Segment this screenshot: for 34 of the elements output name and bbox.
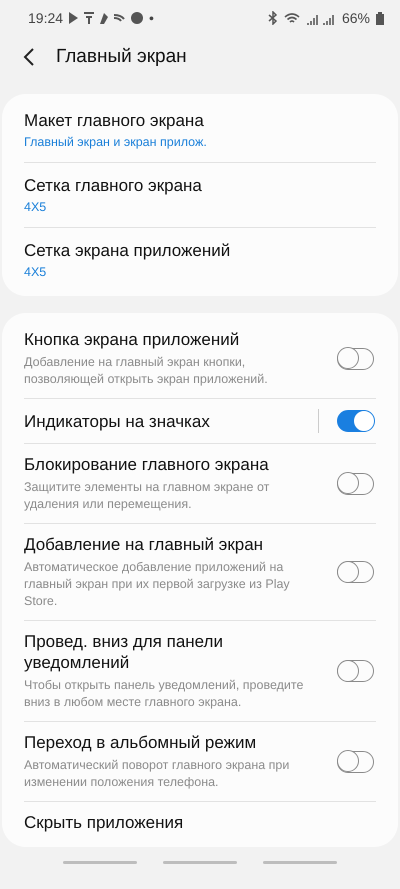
- setting-description: Защитите элементы на главном экране от удаления или перемещения.: [24, 479, 270, 513]
- setting-title[interactable]: Индикаторы на значках: [24, 410, 308, 432]
- toggle-switch[interactable]: [337, 348, 374, 370]
- page-title: Главный экран: [56, 46, 187, 68]
- setting-title[interactable]: Скрыть приложения: [24, 812, 376, 833]
- toggle-switch[interactable]: [337, 660, 374, 682]
- setting-title[interactable]: Кнопка экрана приложений: [24, 329, 327, 350]
- bluetooth-icon: [268, 11, 278, 25]
- battery-icon: [376, 12, 384, 24]
- pin-icon: [84, 12, 94, 24]
- battery-percent: 66%: [342, 10, 370, 26]
- setting-title[interactable]: Сетка главного экрана: [24, 175, 376, 196]
- setting-title[interactable]: Провед. вниз для панели уведомлений: [24, 631, 327, 673]
- toggle-switch[interactable]: [337, 410, 374, 432]
- toggle-switch[interactable]: [337, 472, 374, 494]
- setting-title[interactable]: Блокирование главного экрана: [24, 454, 327, 475]
- swoosh-icon: [114, 14, 126, 22]
- notification-dot: •: [149, 10, 154, 26]
- toggle-switch[interactable]: [337, 561, 374, 583]
- clock: 19:24: [28, 10, 64, 26]
- setting-description: Чтобы открыть панель уведомлений, проведите вниз в любом месте главного экрана.: [24, 677, 304, 711]
- setting-title[interactable]: Сетка экрана приложений: [24, 240, 376, 261]
- setting-value: 4X5: [24, 265, 48, 279]
- setting-description: Автоматическое добавление приложений на главный экран при их первой загрузке из Play Store.: [24, 559, 291, 610]
- toggle-switch[interactable]: [337, 750, 374, 772]
- setting-title[interactable]: Добавление на главный экран: [24, 534, 327, 555]
- setting-value: Главный экран и экран прилож.: [24, 135, 208, 149]
- setting-value: 4X5: [24, 200, 48, 214]
- setting-description: Добавление на главный экран кнопки, позволяющей открыть экран приложений.: [24, 354, 269, 388]
- play-icon: [69, 12, 78, 24]
- wifi-icon: [284, 12, 300, 24]
- setting-title[interactable]: Переход в альбомный режим: [24, 732, 327, 753]
- setting-description: Автоматический поворот главного экрана при изменении положения телефона.: [24, 757, 290, 791]
- setting-title[interactable]: Макет главного экрана: [24, 110, 376, 131]
